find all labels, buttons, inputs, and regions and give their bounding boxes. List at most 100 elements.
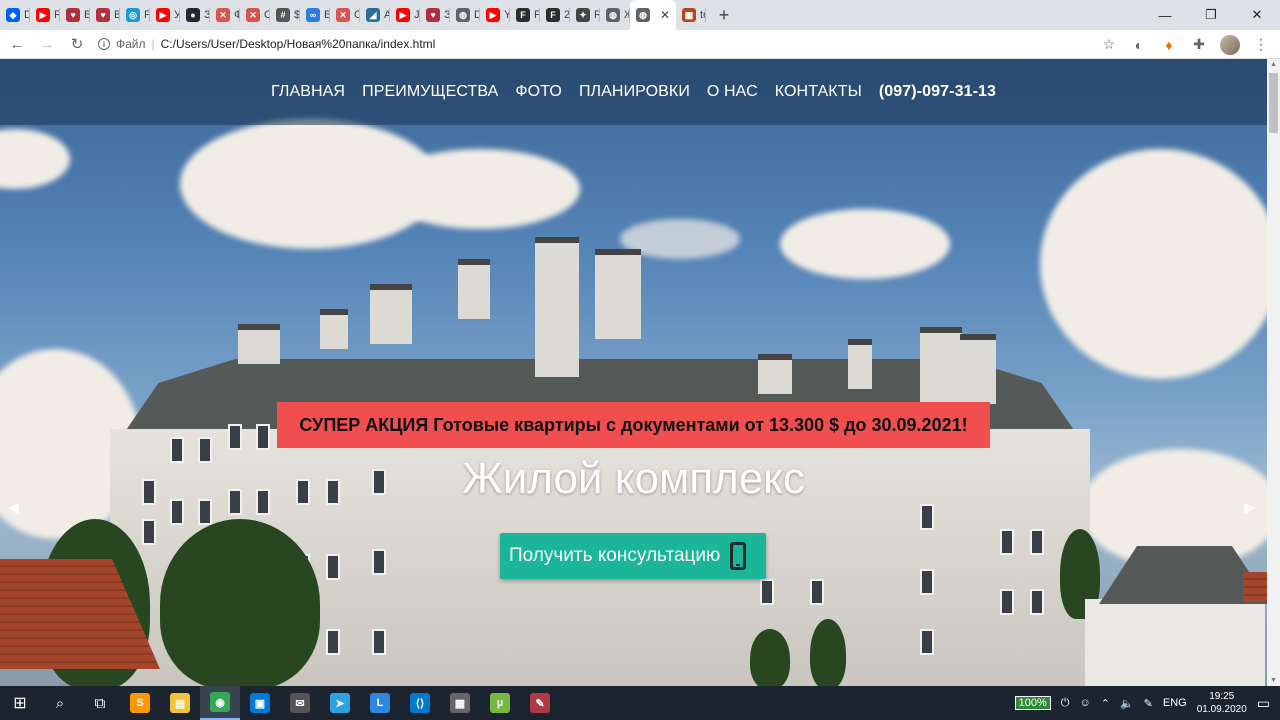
nav-link-advantages[interactable]: ПРЕИМУЩЕСТВА (362, 83, 498, 101)
start-windows-icon[interactable]: ⊞ (0, 686, 40, 720)
scroll-down-icon[interactable]: ▼ (1270, 677, 1277, 684)
taskbar-app-mail[interactable]: ✉ (280, 686, 320, 720)
scroll-up-icon[interactable]: ▲ (1270, 61, 1277, 68)
clock-time: 19:25 (1209, 691, 1235, 702)
extension-fire-icon[interactable]: ♦ (1160, 36, 1178, 54)
carousel-prev-arrow-icon[interactable]: ◀ (8, 499, 19, 516)
scrollbar-thumb[interactable] (1269, 73, 1278, 133)
search-icon[interactable]: ⌕ (40, 686, 80, 720)
browser-tab[interactable]: ▦ tex (676, 0, 706, 30)
browser-tab[interactable]: ✕Оп (240, 0, 270, 30)
maximize-icon[interactable]: ❐ (1188, 0, 1234, 30)
tab-favicon-icon: ✕ (216, 8, 230, 22)
tab-favicon-icon: ▶ (36, 8, 50, 22)
reload-button[interactable]: ↻ (64, 31, 90, 57)
nav-link-contacts[interactable]: КОНТАКТЫ (775, 83, 862, 101)
browser-tab[interactable]: ▶You (480, 0, 510, 30)
browser-tab[interactable]: ◎Pol (120, 0, 150, 30)
nav-link-photo[interactable]: ФОТО (515, 83, 562, 101)
battery-indicator[interactable]: 100% (1014, 696, 1051, 710)
taskbar-app-lingualeo[interactable]: L (360, 686, 400, 720)
tab-favicon-icon: ▶ (156, 8, 170, 22)
tab-title: tex (700, 9, 706, 21)
people-icon[interactable]: ☺ (1079, 697, 1090, 709)
clock[interactable]: 19:25 01.09.2020 (1197, 690, 1247, 716)
taskbar-app-store[interactable]: ▣ (240, 686, 280, 720)
browser-tab-active[interactable]: ◍ ✕ (630, 0, 676, 30)
extension-circle-icon[interactable]: ◐ (1130, 36, 1148, 54)
browser-tab[interactable]: ♥Bot (90, 0, 120, 30)
page-scrollbar[interactable]: ▲ ▼ (1267, 59, 1280, 686)
browser-tab[interactable]: FFre (510, 0, 540, 30)
taskbar-app-paint[interactable]: ✎ (520, 686, 560, 720)
sublime-icon: S (130, 693, 150, 713)
bookmark-star-icon[interactable]: ☆ (1100, 36, 1118, 54)
task-view-icon[interactable]: ⧉ (80, 686, 120, 720)
browser-tab[interactable]: F28 (540, 0, 570, 30)
chimney (238, 324, 280, 364)
browser-tab[interactable]: ✦Rot (570, 0, 600, 30)
taskbar-app-vscode[interactable]: ⟨⟩ (400, 686, 440, 720)
browser-tab[interactable]: ✕Оп (330, 0, 360, 30)
browser-tab[interactable]: ♥Bot (60, 0, 90, 30)
taskbar-app-chrome[interactable]: ◉ (200, 686, 240, 720)
taskbar-app-sublime[interactable]: S (120, 686, 160, 720)
power-plug-icon[interactable]: ⏻ (1061, 697, 1070, 710)
clock-date: 01.09.2020 (1196, 704, 1247, 715)
volume-icon[interactable]: 🔈 (1120, 697, 1134, 710)
extensions-puzzle-icon[interactable]: ✚ (1190, 36, 1208, 54)
info-icon[interactable]: i (98, 38, 110, 50)
browser-tab[interactable]: ✕Фу (210, 0, 240, 30)
nav-link-about[interactable]: О НАС (707, 83, 758, 101)
close-window-icon[interactable]: ✕ (1234, 0, 1280, 30)
tab-favicon-icon: ✕ (336, 8, 350, 22)
store-icon: ▣ (250, 693, 270, 713)
tray-expand-icon[interactable]: ⌃ (1101, 697, 1110, 710)
chimney (920, 327, 962, 407)
menu-dots-icon[interactable]: ⋮ (1252, 36, 1270, 54)
browser-tab[interactable]: ∞Вы (300, 0, 330, 30)
taskbar-app-explorer[interactable]: ▤ (160, 686, 200, 720)
forward-button[interactable]: → (34, 31, 60, 57)
browser-tab[interactable]: ◍Dra (450, 0, 480, 30)
taskbar-app-telegram[interactable]: ➤ (320, 686, 360, 720)
browser-tab[interactable]: ▶Ура (150, 0, 180, 30)
notifications-icon[interactable]: ▭ (1257, 695, 1270, 712)
hero-background (0, 59, 1267, 686)
minimize-icon[interactable]: — (1142, 0, 1188, 30)
telegram-icon: ➤ (330, 693, 350, 713)
consultation-button[interactable]: Получить консультацию (500, 533, 766, 579)
language-indicator[interactable]: ENG (1163, 697, 1187, 709)
pen-icon[interactable]: ✎ (1144, 697, 1153, 710)
window (372, 629, 386, 655)
browser-tab[interactable]: ◍ЖК (600, 0, 630, 30)
window (920, 569, 934, 595)
browser-tab[interactable]: ◢Arr (360, 0, 390, 30)
chrome-icon: ◉ (210, 692, 230, 712)
taskbar-app-calculator[interactable]: ▦ (440, 686, 480, 720)
nav-link-layouts[interactable]: ПЛАНИРОВКИ (579, 83, 690, 101)
browser-tab[interactable]: ▶Rec (30, 0, 60, 30)
taskbar-app-utorrent[interactable]: µ (480, 686, 520, 720)
new-tab-button[interactable]: + (710, 0, 738, 30)
address-separator: | (151, 37, 155, 51)
browser-tab[interactable]: ●Зад (180, 0, 210, 30)
browser-tab[interactable]: ▶Jav (390, 0, 420, 30)
address-bar[interactable]: i Файл | C:/Users/User/Desktop/Новая%20п… (98, 32, 435, 56)
back-button[interactable]: ← (4, 31, 30, 57)
carousel-next-arrow-icon[interactable]: ▶ (1244, 499, 1255, 516)
paint-icon: ✎ (530, 693, 550, 713)
site-navigation: ГЛАВНАЯ ПРЕИМУЩЕСТВА ФОТО ПЛАНИРОВКИ О Н… (0, 59, 1267, 125)
browser-tab[interactable]: ♥Зак (420, 0, 450, 30)
nav-link-home[interactable]: ГЛАВНАЯ (271, 83, 345, 101)
explorer-icon: ▤ (170, 693, 190, 713)
address-url[interactable]: C:/Users/User/Desktop/Новая%20папка/inde… (161, 37, 436, 51)
close-tab-icon[interactable]: ✕ (660, 8, 670, 22)
lingualeo-icon: L (370, 693, 390, 713)
tab-favicon-icon: ♥ (96, 8, 110, 22)
browser-tab[interactable]: ◆Dro (0, 0, 30, 30)
nav-phone-link[interactable]: (097)-097-31-13 (879, 83, 996, 101)
browser-tab[interactable]: #$ Д (270, 0, 300, 30)
profile-avatar[interactable] (1220, 34, 1240, 55)
tab-favicon-icon: ◍ (636, 8, 650, 22)
